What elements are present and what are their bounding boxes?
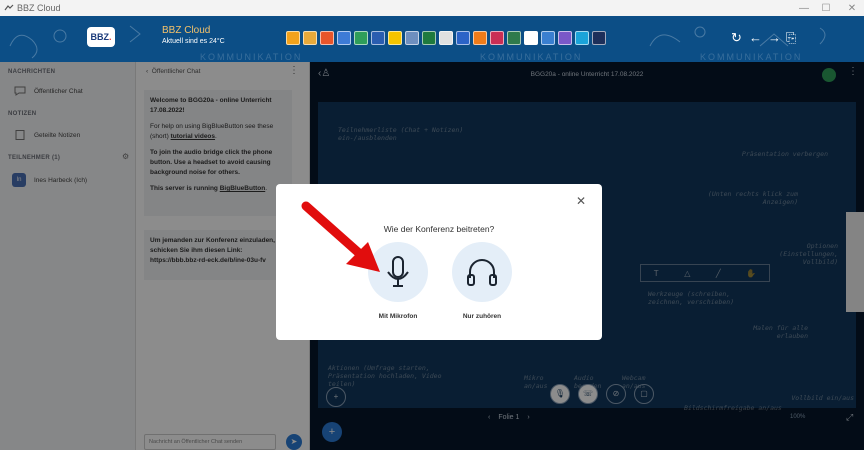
app-icon-copy[interactable] — [541, 31, 555, 45]
bbz-logo[interactable]: BBZ. — [87, 27, 115, 47]
reload-icon[interactable]: ↻ — [731, 30, 742, 46]
forward-arrow-icon[interactable]: → — [768, 30, 781, 45]
app-icon-chat[interactable] — [303, 31, 317, 45]
copy-link-icon[interactable]: ⎘ — [786, 30, 796, 46]
app-logo-icon — [4, 4, 14, 11]
window-titlebar: BBZ Cloud — ☐ ✕ — [0, 0, 864, 16]
app-icon-clock[interactable] — [473, 31, 487, 45]
weather-subtitle: Aktuell sind es 24°C — [162, 38, 225, 45]
listen-option-circle[interactable] — [452, 242, 512, 302]
app-icon-files[interactable] — [337, 31, 351, 45]
settings-gear-icon[interactable] — [592, 31, 606, 45]
app-icon-circle[interactable] — [439, 31, 453, 45]
close-window-button[interactable]: ✕ — [836, 0, 864, 16]
app-icon-notes[interactable] — [388, 31, 402, 45]
red-arrow-annotation — [301, 201, 380, 272]
window-title: BBZ Cloud — [17, 3, 61, 13]
back-arrow-icon[interactable]: ← — [749, 30, 762, 45]
app-icon-board[interactable] — [422, 31, 436, 45]
app-icon-screen[interactable] — [575, 31, 589, 45]
svg-text:KOMMUNIKATION: KOMMUNIKATION — [480, 52, 582, 62]
app-icon-calendar[interactable] — [490, 31, 504, 45]
app-icon-teams[interactable] — [371, 31, 385, 45]
app-icon-link[interactable] — [524, 31, 538, 45]
listen-option-label: Nur zuhören — [462, 313, 502, 320]
app-icon-info[interactable] — [354, 31, 368, 45]
app-title: BBZ Cloud — [162, 25, 211, 36]
logo-text: BBZ — [90, 32, 109, 42]
headphones-icon — [467, 259, 497, 286]
app-icon-book[interactable] — [507, 31, 521, 45]
close-modal-icon[interactable]: ✕ — [576, 194, 586, 208]
app-header: KOMMUNIKATION KOMMUNIKATION KOMMUNIKATIO… — [0, 16, 864, 62]
svg-text:KOMMUNIKATION: KOMMUNIKATION — [200, 52, 302, 62]
svg-text:KOMMUNIKATION: KOMMUNIKATION — [700, 52, 802, 62]
app-icon-table[interactable] — [405, 31, 419, 45]
microphone-option-label: Mit Mikrofon — [378, 313, 418, 320]
app-launcher-bar — [286, 31, 606, 45]
app-icon-doc[interactable] — [558, 31, 572, 45]
app-icon-mail[interactable] — [456, 31, 470, 45]
listen-only-button[interactable]: Nur zuhören — [450, 242, 514, 320]
app-icon-folder[interactable] — [286, 31, 300, 45]
app-icon-office[interactable] — [320, 31, 334, 45]
